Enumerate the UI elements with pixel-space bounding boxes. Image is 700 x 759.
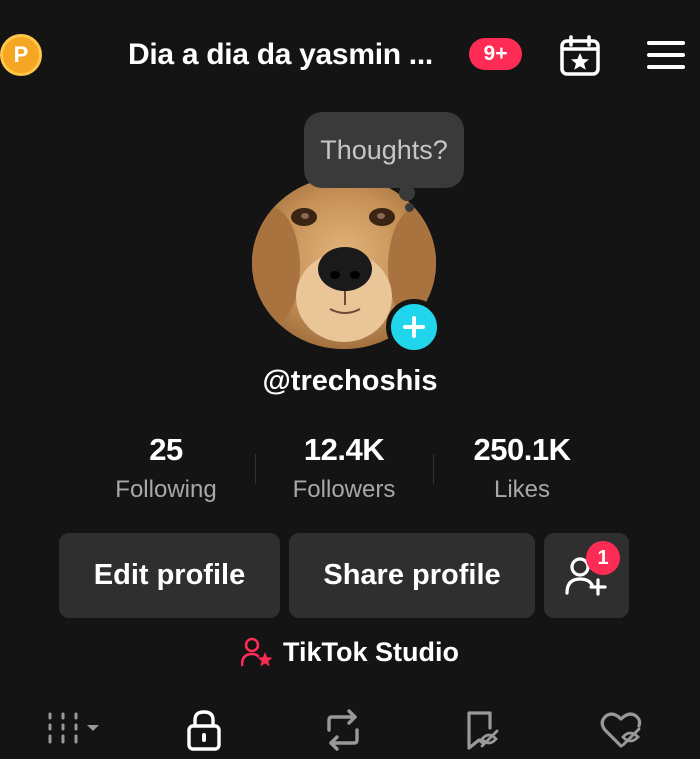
add-friends-button[interactable] <box>544 533 629 618</box>
notification-badge[interactable]: 9+ <box>469 38 522 70</box>
stat-value: 250.1K <box>473 432 571 467</box>
add-story-button[interactable] <box>386 299 442 355</box>
coin-icon[interactable]: P <box>0 34 42 76</box>
content-tabs <box>0 700 700 759</box>
stat-label: Following <box>115 476 217 503</box>
thought-bubble[interactable]: Thoughts? <box>304 112 464 188</box>
stat-followers[interactable]: 12.4K Followers <box>254 432 434 504</box>
username: @trechoshis <box>262 365 438 397</box>
stat-following[interactable]: 25 Following <box>76 432 256 504</box>
stat-label: Likes <box>493 476 551 503</box>
stat-likes[interactable]: 250.1K Likes <box>432 432 612 504</box>
bubble-tail-dot <box>405 203 414 212</box>
share-profile-button[interactable]: Share profile <box>289 533 535 618</box>
friend-request-badge: 1 <box>586 541 620 575</box>
divider <box>433 454 434 484</box>
studio-label: TikTok Studio <box>282 636 459 667</box>
tab-liked[interactable] <box>586 700 656 759</box>
grid-icon <box>48 712 99 744</box>
bubble-tail <box>399 185 415 201</box>
tab-favorites[interactable] <box>447 700 517 759</box>
stat-label: Followers <box>292 476 396 503</box>
top-bar: P Dia a dia da yasmin ... 9+ <box>0 0 700 110</box>
tab-private[interactable] <box>169 700 239 759</box>
repost-icon <box>327 709 359 751</box>
calendar-star-icon[interactable] <box>558 34 602 78</box>
menu-icon[interactable] <box>646 40 686 70</box>
studio-icon <box>240 637 273 667</box>
tab-videos[interactable] <box>38 700 108 759</box>
bookmark-hidden-icon <box>467 711 499 750</box>
divider <box>255 454 256 484</box>
plus-icon <box>403 316 425 338</box>
tab-reposts[interactable] <box>308 700 378 759</box>
profile-stats: 25 Following 12.4K Followers 250.1K Like… <box>0 432 700 512</box>
lock-icon <box>187 710 221 751</box>
tiktok-studio-link[interactable]: TikTok Studio <box>0 632 700 672</box>
stat-value: 25 <box>149 432 183 467</box>
account-title[interactable]: Dia a dia da yasmin ... <box>128 34 433 76</box>
stat-value: 12.4K <box>303 432 385 467</box>
edit-profile-button[interactable]: Edit profile <box>59 533 280 618</box>
liked-hidden-icon <box>600 712 642 748</box>
